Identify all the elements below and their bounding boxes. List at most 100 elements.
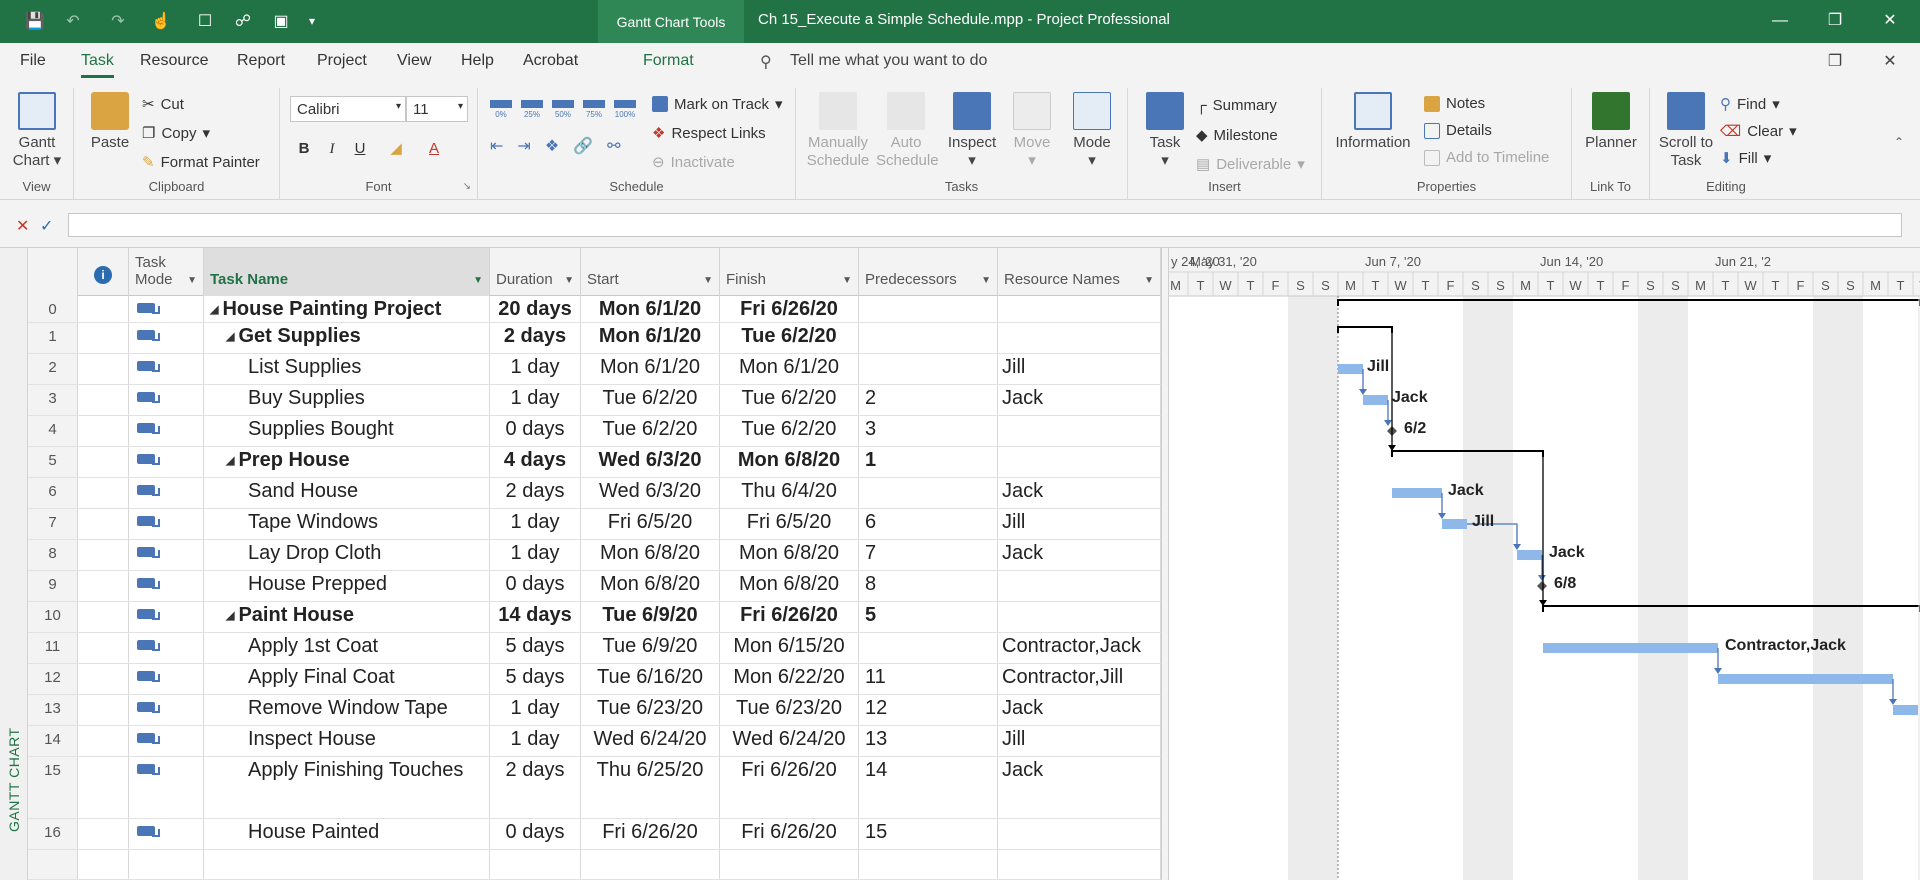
pct-0-button[interactable]: 0% [490,100,512,122]
finish-cell[interactable]: Mon 6/22/20 [720,664,859,694]
insert-task-button[interactable]: Task ▾ [1144,92,1186,170]
details-button[interactable]: Details [1424,122,1492,139]
duration-cell[interactable]: 14 days [490,602,581,632]
tab-task[interactable]: Task [81,52,114,78]
resource-names-cell[interactable] [998,850,1161,879]
task-mode-cell[interactable] [129,447,204,477]
font-family-select[interactable]: Calibri ▾ [290,96,406,122]
start-cell[interactable]: Fri 6/5/20 [581,509,720,539]
finish-cell[interactable]: Tue 6/23/20 [720,695,859,725]
resource-names-cell[interactable] [998,602,1161,632]
resource-names-cell[interactable]: Jack [998,385,1161,415]
tab-acrobat[interactable]: Acrobat [523,52,578,70]
finish-cell[interactable]: Mon 6/8/20 [720,571,859,601]
find-button[interactable]: ⚲ Find ▾ [1720,95,1780,114]
predecessors-cell[interactable] [859,354,998,384]
row-id[interactable]: 16 [28,819,78,849]
resource-names-cell[interactable]: Jill [998,509,1161,539]
task-name-cell[interactable]: List Supplies [204,354,490,384]
unlink-icon[interactable]: ⚯ [607,136,620,156]
task-row[interactable]: 14 Inspect House 1 day Wed 6/24/20 Wed 6/24/… [28,726,1161,757]
finish-header[interactable]: Finish ▼ [720,248,859,296]
task-row[interactable]: 0 ◢ House Painting Project 20 days Mon 6/1/2… [28,296,1161,323]
finish-cell[interactable]: Mon 6/8/20 [720,540,859,570]
inactivate-button[interactable]: ⊖ Inactivate [652,153,735,172]
predecessors-cell[interactable]: 14 [859,757,998,818]
row-id[interactable]: 6 [28,478,78,508]
indicators-header[interactable]: i [78,248,129,296]
duration-header[interactable]: Duration ▼ [490,248,581,296]
start-cell[interactable]: Mon 6/8/20 [581,571,720,601]
task-name-cell[interactable]: Tape Windows [204,509,490,539]
share-icon[interactable]: ☍ [230,9,256,33]
duration-cell[interactable]: 5 days [490,633,581,663]
row-id[interactable]: 7 [28,509,78,539]
copy-button[interactable]: ❐ Copy ▾ [142,124,210,143]
row-id[interactable]: 5 [28,447,78,477]
duration-cell[interactable]: 20 days [490,296,581,322]
task-row[interactable]: 10 ◢ Paint House 14 days Tue 6/9/20 Fri 6/26/… [28,602,1161,633]
finish-cell[interactable]: Mon 6/15/20 [720,633,859,663]
resource-names-cell[interactable]: Jack [998,540,1161,570]
manually-schedule-button[interactable]: Manually Schedule [806,92,870,170]
predecessors-cell[interactable]: 2 [859,385,998,415]
fill-button[interactable]: ⬇ Fill ▾ [1720,149,1771,168]
print-preview-icon[interactable]: ☐ [192,9,218,33]
task-name-cell[interactable]: ◢ House Painting Project [204,296,490,322]
add-to-timeline-button[interactable]: Add to Timeline [1424,149,1549,166]
underline-button[interactable]: U [348,138,372,160]
predecessors-cell[interactable]: 12 [859,695,998,725]
finish-cell[interactable]: Tue 6/2/20 [720,416,859,446]
predecessors-cell[interactable]: 5 [859,602,998,632]
start-header[interactable]: Start ▼ [581,248,720,296]
filter-dropdown-icon[interactable]: ▼ [842,275,852,286]
predecessors-cell[interactable]: 1 [859,447,998,477]
row-id[interactable]: 10 [28,602,78,632]
move-button[interactable]: Move ▾ [1006,92,1058,170]
filter-dropdown-icon[interactable]: ▼ [1144,275,1154,286]
predecessors-cell[interactable] [859,633,998,663]
row-id[interactable] [28,850,78,879]
collapse-triangle-icon[interactable]: ◢ [226,610,234,622]
row-id[interactable]: 1 [28,323,78,353]
link-icon[interactable]: 🔗 [573,136,593,156]
row-id[interactable]: 3 [28,385,78,415]
predecessors-cell[interactable]: 15 [859,819,998,849]
finish-cell[interactable]: Mon 6/8/20 [720,447,859,477]
duration-cell[interactable]: 2 days [490,757,581,818]
finish-cell[interactable]: Fri 6/26/20 [720,602,859,632]
deliverable-button[interactable]: ▤ Deliverable ▾ [1196,155,1305,174]
task-row[interactable]: 16 House Painted 0 days Fri 6/26/20 Fri 6/26… [28,819,1161,850]
format-painter-button[interactable]: ✎ Format Painter [142,153,260,172]
finish-cell[interactable]: Tue 6/2/20 [720,323,859,353]
row-id[interactable]: 12 [28,664,78,694]
task-mode-cell[interactable] [129,664,204,694]
task-bar-8[interactable] [1517,550,1542,560]
resource-names-cell[interactable]: Jill [998,354,1161,384]
task-mode-cell[interactable] [129,540,204,570]
duration-cell[interactable]: 1 day [490,540,581,570]
start-cell[interactable]: Wed 6/24/20 [581,726,720,756]
task-mode-cell[interactable] [129,478,204,508]
task-mode-cell[interactable] [129,602,204,632]
task-mode-cell[interactable] [129,819,204,849]
restore-icon[interactable]: ❐ [1815,8,1855,34]
finish-cell[interactable] [720,850,859,879]
cut-button[interactable]: ✂ Cut [142,95,184,114]
confirm-entry-icon[interactable]: ✓ [40,216,53,236]
predecessors-cell[interactable] [859,296,998,322]
task-bar-7[interactable] [1442,519,1467,529]
duration-cell[interactable]: 0 days [490,416,581,446]
start-cell[interactable]: Tue 6/9/20 [581,633,720,663]
resource-names-cell[interactable] [998,323,1161,353]
duration-cell[interactable]: 5 days [490,664,581,694]
predecessors-cell[interactable]: 13 [859,726,998,756]
start-cell[interactable]: Tue 6/2/20 [581,416,720,446]
filter-dropdown-icon[interactable]: ▼ [564,275,574,286]
filter-dropdown-icon[interactable]: ▼ [187,275,197,286]
task-name-cell[interactable]: House Painted [204,819,490,849]
duration-cell[interactable]: 0 days [490,819,581,849]
task-bar-3[interactable] [1363,395,1388,405]
information-button[interactable]: Information [1332,92,1414,152]
predecessors-cell[interactable]: 7 [859,540,998,570]
